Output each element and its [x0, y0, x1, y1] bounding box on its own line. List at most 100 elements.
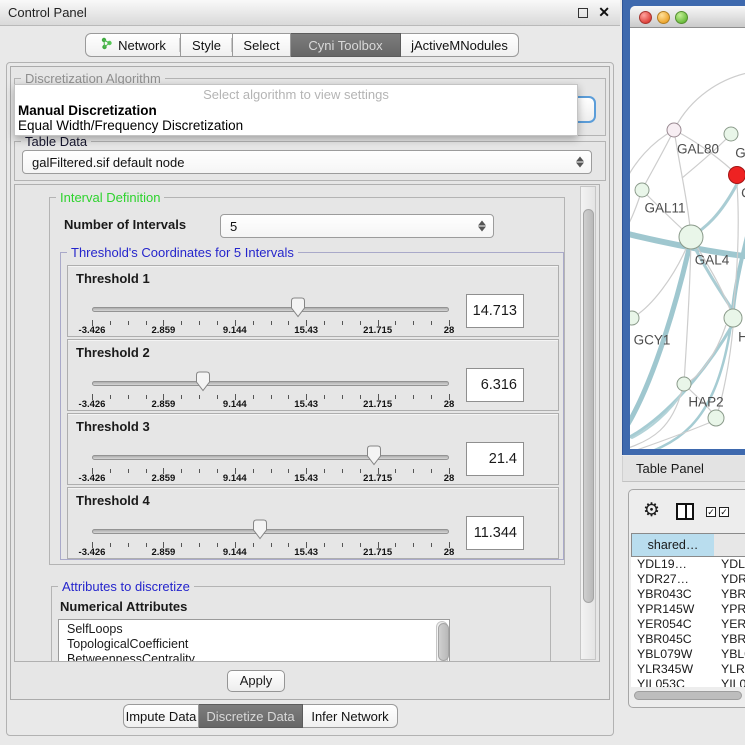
- control-panel-titlebar: Control Panel ✕: [0, 0, 620, 26]
- interval-definition-legend: Interval Definition: [56, 190, 164, 205]
- network-node-green[interactable]: [724, 127, 738, 141]
- close-icon[interactable]: ✕: [598, 4, 610, 21]
- cell-name: YBR0: [721, 587, 745, 602]
- network-node-green[interactable]: [679, 225, 703, 249]
- cell-name: YLR3: [721, 662, 745, 677]
- tick-mark: [324, 469, 325, 473]
- numerical-attributes-title: Numerical Attributes: [60, 599, 187, 614]
- checkbox-icon[interactable]: ✓: [719, 507, 729, 517]
- settings-scrollbar[interactable]: [580, 186, 596, 660]
- threshold-value-field[interactable]: 6.316: [466, 368, 524, 402]
- threshold-label: Threshold 1: [76, 271, 150, 286]
- threshold-value-field[interactable]: 14.713: [466, 294, 524, 328]
- threshold-slider-track[interactable]: [92, 381, 449, 386]
- attribute-item[interactable]: BetweennessCentrality: [59, 652, 195, 662]
- tab-impute-data[interactable]: Impute Data: [123, 704, 199, 728]
- threshold-value-field[interactable]: 21.4: [466, 442, 524, 476]
- threshold-slider-track[interactable]: [92, 455, 449, 460]
- tick-mark: [271, 395, 272, 399]
- tab-discretize-data[interactable]: Discretize Data: [199, 704, 303, 728]
- attributes-scrollbar-thumb[interactable]: [438, 623, 449, 661]
- tick-mark: [431, 543, 432, 547]
- cell-shared-name: YDL19…: [637, 557, 687, 572]
- node-table[interactable]: YDL19… YDL1YDR27…YDR2YBR043CYBR0YPR145WYP…: [631, 557, 745, 687]
- threshold-panel-4: Threshold 4-3.4262.8599.14415.4321.71528…: [67, 487, 559, 559]
- threshold-slider-thumb[interactable]: [366, 445, 382, 466]
- node-label-GAL11: GAL11: [644, 201, 685, 216]
- table-data-combobox[interactable]: galFiltered.sif default node: [22, 150, 592, 174]
- algorithm-option-2[interactable]: Equal Width/Frequency Discretization: [18, 118, 576, 133]
- network-node-green[interactable]: [677, 377, 691, 391]
- tab-style[interactable]: Style: [181, 33, 233, 57]
- tick-label: 2.859: [152, 399, 176, 410]
- minimize-traffic-light-icon[interactable]: [657, 11, 670, 24]
- network-window-titlebar[interactable]: [630, 6, 745, 28]
- network-node-red[interactable]: [729, 167, 745, 184]
- tab-jactivemnodules[interactable]: jActiveMNodules: [401, 33, 519, 57]
- attributes-scrollbar[interactable]: [436, 621, 448, 662]
- tick-label: 21.715: [363, 399, 392, 410]
- table-row[interactable]: YLR345WYLR3: [631, 662, 745, 677]
- apply-button[interactable]: Apply: [227, 670, 285, 692]
- cell-shared-name: YPR145W: [637, 602, 694, 617]
- tick-label: 9.144: [223, 473, 247, 484]
- checkbox-icon[interactable]: ✓: [706, 507, 716, 517]
- attribute-item[interactable]: TopologicalCoefficient: [59, 637, 188, 652]
- tick-label: 21.715: [363, 547, 392, 558]
- tab-separator: [231, 38, 232, 52]
- network-node-pink[interactable]: [667, 123, 681, 137]
- node-label-GAL80: GAL80: [677, 142, 719, 157]
- tick-label: 9.144: [223, 399, 247, 410]
- settings-scrollbar-thumb[interactable]: [583, 209, 594, 603]
- tab-cyni-toolbox[interactable]: Cyni Toolbox: [291, 33, 401, 57]
- tab-label: Style: [192, 38, 221, 53]
- tick-mark: [199, 395, 200, 399]
- tick-mark: [181, 321, 182, 325]
- threshold-slider-thumb[interactable]: [195, 371, 211, 392]
- gear-icon[interactable]: ⚙: [643, 501, 660, 520]
- zoom-traffic-light-icon[interactable]: [675, 11, 688, 24]
- table-row[interactable]: YBL079WYBL0: [631, 647, 745, 662]
- column-layout-icon[interactable]: [676, 503, 694, 520]
- tab-infer-network[interactable]: Infer Network: [303, 704, 398, 728]
- tick-mark: [342, 469, 343, 473]
- cell-shared-name: YER054C: [637, 617, 692, 632]
- table-row[interactable]: YDL19… YDL1: [631, 557, 745, 572]
- table-row[interactable]: YIL053CYIL0: [631, 677, 745, 687]
- threshold-value-field[interactable]: 11.344: [466, 516, 524, 550]
- node-label-C: C: [741, 186, 745, 201]
- table-row[interactable]: YBR045CYBR0: [631, 632, 745, 647]
- tick-mark: [217, 321, 218, 325]
- tab-network[interactable]: Network: [85, 33, 181, 57]
- float-window-icon[interactable]: [578, 8, 588, 18]
- close-traffic-light-icon[interactable]: [639, 11, 652, 24]
- threshold-slider-thumb[interactable]: [290, 297, 306, 318]
- num-intervals-combobox[interactable]: 5: [220, 214, 494, 238]
- threshold-slider-thumb[interactable]: [252, 519, 268, 540]
- column-header-name[interactable]: na: [714, 533, 745, 557]
- table-row[interactable]: YDR27…YDR2: [631, 572, 745, 587]
- table-row[interactable]: YBR043CYBR0: [631, 587, 745, 602]
- network-node-green[interactable]: [724, 309, 742, 327]
- table-row[interactable]: YPR145WYPR1: [631, 602, 745, 617]
- network-canvas[interactable]: GAL80GACGAL11GAL4GCY1HHAP2: [630, 28, 745, 449]
- network-node-green[interactable]: [708, 410, 724, 426]
- table-row[interactable]: YER054CYER0: [631, 617, 745, 632]
- algorithm-option-1[interactable]: Manual Discretization: [18, 103, 576, 118]
- cell-name: YDL1: [721, 557, 745, 572]
- tick-mark: [217, 543, 218, 547]
- threshold-slider-track[interactable]: [92, 307, 449, 312]
- tick-label: 2.859: [152, 547, 176, 558]
- attribute-item[interactable]: SelfLoops: [59, 622, 123, 637]
- numerical-attributes-list[interactable]: SelfLoopsTopologicalCoefficientBetweenne…: [58, 619, 450, 662]
- tab-select[interactable]: Select: [233, 33, 291, 57]
- network-node-green[interactable]: [630, 311, 639, 325]
- network-node-green[interactable]: [635, 183, 649, 197]
- tick-mark: [413, 395, 414, 399]
- cell-shared-name: YBL079W: [637, 647, 692, 662]
- threshold-slider-track[interactable]: [92, 529, 449, 534]
- tick-mark: [413, 321, 414, 325]
- threshold-panel-3: Threshold 3-3.4262.8599.14415.4321.71528…: [67, 413, 559, 485]
- column-header-shared[interactable]: shared…: [631, 533, 715, 557]
- table-hscrollbar-thumb[interactable]: [634, 691, 742, 700]
